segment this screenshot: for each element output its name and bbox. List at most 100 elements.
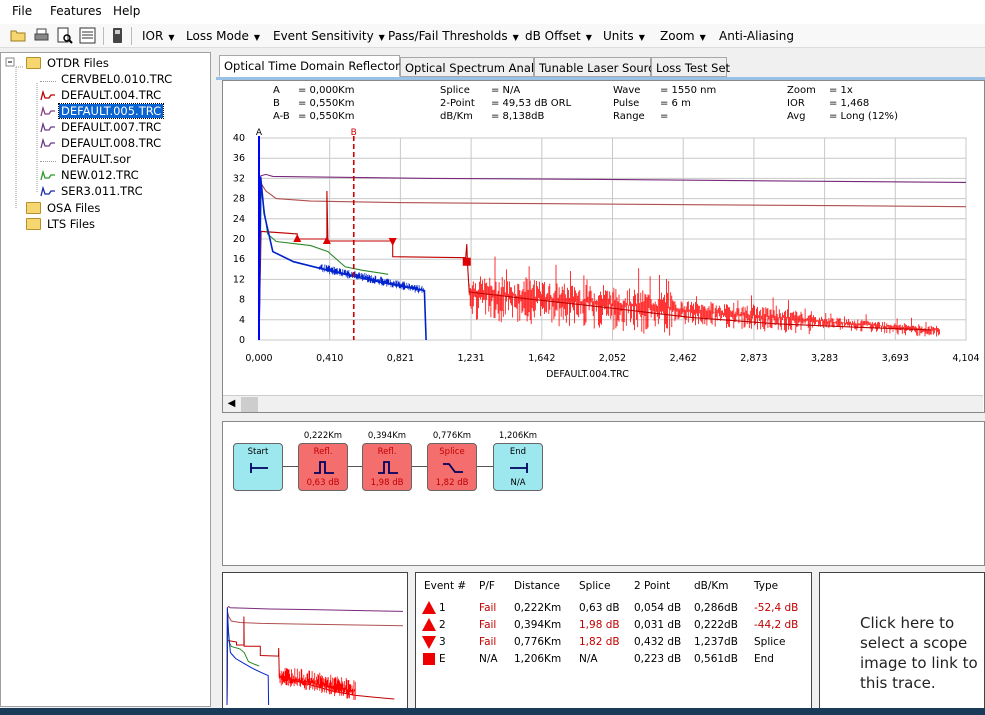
menu-features[interactable]: Features bbox=[50, 4, 102, 18]
chevron-down-icon: ▼ bbox=[253, 33, 260, 42]
event-marker[interactable] bbox=[462, 257, 471, 266]
event-marker-icon bbox=[422, 601, 436, 614]
trace-thumbnail[interactable] bbox=[222, 572, 408, 710]
event-box-refl[interactable]: Refl. 1,98 dB bbox=[362, 443, 412, 491]
y-tick-label: 16 bbox=[233, 254, 245, 265]
table-header: P/F bbox=[479, 580, 495, 592]
event-distance: 0,394Km bbox=[367, 431, 407, 441]
table-row[interactable]: E N/A 1,206Km N/A 0,223 dB 0,561dB End bbox=[416, 651, 811, 668]
table-header: 2 Point bbox=[634, 580, 671, 592]
tab-otdr[interactable]: Optical Time Domain Reflectometer bbox=[219, 55, 430, 77]
y-tick-label: 0 bbox=[239, 335, 245, 346]
y-tick-label: 32 bbox=[233, 173, 245, 184]
print-preview-icon[interactable] bbox=[56, 27, 73, 44]
x-axis-label: DEFAULT.004.TRC bbox=[546, 369, 629, 380]
ior-label: IOR bbox=[142, 29, 164, 43]
tab-tls[interactable]: Tunable Laser Source bbox=[534, 57, 662, 77]
table-cell-dist: 0,776Km bbox=[514, 636, 562, 648]
units-dropdown[interactable]: Units ▼ bbox=[603, 29, 645, 43]
y-tick-label: 4 bbox=[239, 315, 245, 326]
tree-file-label: DEFAULT.004.TRC bbox=[61, 88, 162, 102]
event-loss: 1,82 dB bbox=[435, 478, 469, 488]
event-title: Splice bbox=[439, 447, 465, 457]
tree-file-label: DEFAULT.005.TRC bbox=[57, 103, 165, 119]
table-row[interactable]: 3 Fail 0,776Km 1,82 dB 0,432 dB 1,237dB Splice bbox=[416, 634, 811, 651]
ior-dropdown[interactable]: IOR ▼ bbox=[142, 29, 174, 43]
table-cell-pf: Fail bbox=[479, 636, 497, 648]
file-tree: OTDR Files CERVBEL0.010.TRC DEFAULT.004.T… bbox=[0, 52, 211, 707]
tab-lts[interactable]: Loss Test Set bbox=[651, 57, 730, 77]
db-offset-dropdown[interactable]: dB Offset ▼ bbox=[525, 29, 592, 43]
event-marker-icon bbox=[423, 653, 435, 665]
scope-image-panel[interactable]: Click here to select a scope image to li… bbox=[819, 572, 985, 710]
event-sensitivity-label: Event Sensitivity bbox=[273, 29, 374, 43]
device-icon[interactable] bbox=[109, 27, 126, 44]
event-box-start[interactable]: Start bbox=[233, 443, 283, 491]
event-distance: 0,776Km bbox=[432, 431, 472, 441]
tree-branch bbox=[40, 74, 56, 82]
event-box-splice[interactable]: Splice 1,82 dB bbox=[427, 443, 477, 491]
table-cell-dbkm: 0,561dB bbox=[694, 653, 738, 665]
table-cell-type: -52,4 dB bbox=[754, 602, 799, 614]
table-row[interactable]: 2 Fail 0,394Km 1,98 dB 0,031 dB 0,222dB -44,2 … bbox=[416, 617, 811, 634]
anti-aliasing-button[interactable]: Anti-Aliasing bbox=[719, 29, 794, 43]
report-icon[interactable] bbox=[79, 27, 96, 44]
table-cell-dbkm: 0,286dB bbox=[694, 602, 738, 614]
x-tick-label: 3,283 bbox=[811, 353, 838, 364]
print-icon[interactable] bbox=[33, 27, 50, 44]
refl-glyph-icon bbox=[378, 461, 398, 474]
x-tick-label: 0,410 bbox=[316, 353, 343, 364]
table-cell-type: End bbox=[754, 653, 774, 665]
taskbar bbox=[0, 708, 985, 715]
start-glyph-icon bbox=[250, 463, 268, 473]
event-marker-icon bbox=[422, 618, 436, 631]
chevron-down-icon: ▼ bbox=[638, 33, 645, 42]
open-folder-icon[interactable] bbox=[10, 27, 27, 44]
scope-link-text[interactable]: Click here to select a scope image to li… bbox=[860, 613, 980, 693]
menu-file[interactable]: File bbox=[12, 4, 32, 18]
pass-fail-thresholds-dropdown[interactable]: Pass/Fail Thresholds ▼ bbox=[388, 29, 519, 43]
x-tick-label: 2,873 bbox=[740, 353, 767, 364]
tab-osa[interactable]: Optical Spectrum Analyzer bbox=[400, 57, 559, 77]
event-box-end[interactable]: End N/A bbox=[493, 443, 543, 491]
trace-file-icon bbox=[40, 186, 55, 197]
loss-mode-dropdown[interactable]: Loss Mode ▼ bbox=[186, 29, 260, 43]
scrollbar-thumb[interactable] bbox=[241, 397, 258, 412]
otdr-trace-chart[interactable]: 0,000 0,410 0,821 1,231 1,642 2,052 2,462 2,873… bbox=[223, 81, 984, 395]
event-sensitivity-dropdown[interactable]: Event Sensitivity ▼ bbox=[273, 29, 385, 43]
event-box-refl[interactable]: Refl. 0,63 dB bbox=[298, 443, 348, 491]
x-tick-label: 3,693 bbox=[882, 353, 909, 364]
table-cell-num: 2 bbox=[439, 619, 446, 631]
table-cell-type: -44,2 dB bbox=[754, 619, 799, 631]
table-row[interactable]: 1 Fail 0,222Km 0,63 dB 0,054 dB 0,286dB -52,4 … bbox=[416, 600, 811, 617]
tree-file-label: SER3.011.TRC bbox=[61, 184, 143, 198]
tree-folder-label: OTDR Files bbox=[47, 56, 109, 70]
table-cell-two: 0,223 dB bbox=[634, 653, 682, 665]
event-distance: 0,222Km bbox=[303, 431, 343, 441]
zoom-dropdown[interactable]: Zoom ▼ bbox=[660, 29, 706, 43]
y-tick-label: 20 bbox=[233, 234, 245, 245]
cursor-label: B bbox=[351, 128, 357, 138]
folder-icon bbox=[26, 218, 41, 230]
menu-help[interactable]: Help bbox=[113, 4, 140, 18]
toolbar-separator bbox=[103, 27, 104, 45]
chevron-down-icon: ▼ bbox=[585, 33, 592, 42]
event-link-line bbox=[412, 466, 427, 467]
table-cell-two: 0,432 dB bbox=[634, 636, 682, 648]
x-tick-label: 2,052 bbox=[599, 353, 626, 364]
trace-file-icon bbox=[40, 122, 55, 133]
table-cell-dist: 0,222Km bbox=[514, 602, 562, 614]
scroll-left-icon[interactable]: ◀ bbox=[223, 396, 240, 412]
event-loss: N/A bbox=[510, 478, 526, 488]
event-marker-icon bbox=[422, 636, 436, 649]
table-cell-num: 1 bbox=[439, 602, 446, 614]
zoom-label: Zoom bbox=[660, 29, 695, 43]
toolbar-separator bbox=[131, 27, 132, 45]
chevron-down-icon: ▼ bbox=[168, 33, 175, 42]
y-tick-label: 24 bbox=[233, 214, 245, 225]
trace-file-icon bbox=[40, 170, 55, 181]
graph-scrollbar[interactable]: ◀ bbox=[223, 395, 983, 412]
table-cell-dist: 1,206Km bbox=[514, 653, 562, 665]
trace-file-icon bbox=[40, 106, 55, 117]
toolbar: IOR ▼ Loss Mode ▼ Event Sensitivity ▼ Pass/… bbox=[0, 24, 985, 48]
